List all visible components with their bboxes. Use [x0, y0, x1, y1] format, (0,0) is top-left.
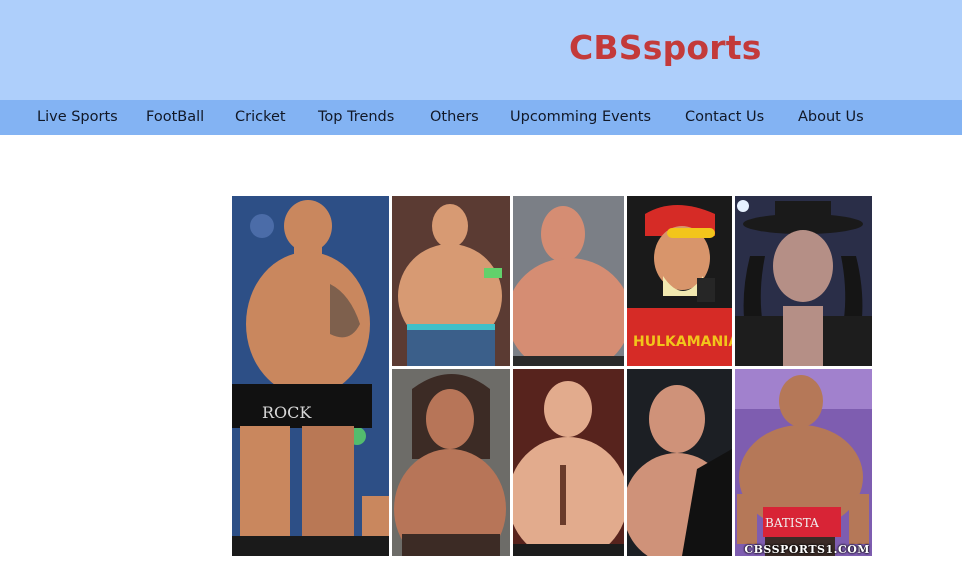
nav-about-us[interactable]: About Us [798, 100, 864, 135]
site-logo-text[interactable]: CBSsports [569, 28, 762, 67]
nav-football[interactable]: FootBall [146, 100, 204, 135]
wrestler-photo-4: HULKAMANIA [627, 196, 732, 366]
nav-others[interactable]: Others [430, 100, 479, 135]
wrestlers-collage-image: ROCK HULKAMANIA BATISTA CBSSPORTS1.COM [232, 196, 872, 556]
wrestler-photo-6 [392, 369, 510, 556]
svg-text:HULKAMANIA: HULKAMANIA [633, 334, 732, 350]
image-watermark: CBSSPORTS1.COM [744, 543, 870, 556]
nav-upcoming-events[interactable]: Upcomming Events [510, 100, 651, 135]
wrestler-photo-7 [513, 369, 624, 556]
svg-text:ROCK: ROCK [262, 403, 312, 422]
wrestler-photo-2 [392, 196, 510, 366]
wrestler-photo-3 [513, 196, 624, 366]
nav-top-trends[interactable]: Top Trends [318, 100, 394, 135]
nav-live-sports[interactable]: Live Sports [37, 100, 118, 135]
wrestler-photo-9: BATISTA CBSSPORTS1.COM [735, 369, 872, 556]
svg-text:BATISTA: BATISTA [765, 516, 819, 530]
wrestler-photo-1: ROCK [232, 196, 389, 556]
main-navigation: Live Sports FootBall Cricket Top Trends … [0, 100, 962, 135]
nav-cricket[interactable]: Cricket [235, 100, 286, 135]
wrestler-photo-5 [735, 196, 872, 366]
site-header: CBSsports [0, 0, 962, 100]
wrestler-photo-8 [627, 369, 732, 556]
nav-contact-us[interactable]: Contact Us [685, 100, 764, 135]
